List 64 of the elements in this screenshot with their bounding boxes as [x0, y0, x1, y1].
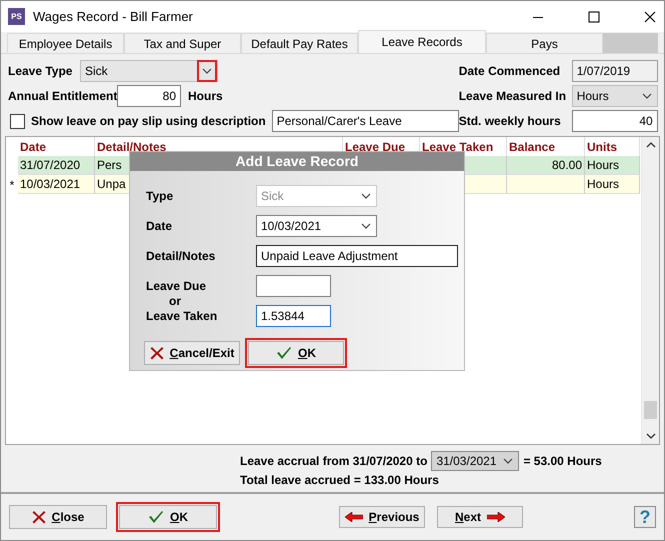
table-cell: 31/07/2020	[18, 156, 95, 175]
total-accrued-text: Total leave accrued = 133.00 Hours	[240, 473, 440, 487]
date-commenced-label: Date Commenced	[458, 64, 562, 78]
cancel-button[interactable]: Cancel/Exit	[144, 341, 240, 365]
or-label: or	[168, 294, 182, 308]
maximize-icon[interactable]	[588, 10, 600, 22]
detail-notes-field[interactable]: Unpaid Leave Adjustment	[256, 245, 458, 267]
table-cell: 80.00	[507, 156, 585, 175]
row-marker: *	[10, 178, 14, 192]
scroll-up-icon[interactable]	[646, 142, 656, 148]
date-commenced-field[interactable]: 1/07/2019	[572, 60, 658, 82]
description-field[interactable]: Personal/Carer's Leave	[272, 110, 459, 132]
previous-button[interactable]: Previous	[339, 506, 425, 528]
leave-type-label: Leave Type	[8, 64, 74, 78]
right-arrow-icon	[487, 512, 505, 522]
ok-button[interactable]: OK	[119, 505, 217, 529]
chevron-down-icon[interactable]	[503, 458, 514, 464]
leave-due-field[interactable]	[256, 275, 331, 297]
chevron-down-icon[interactable]	[361, 223, 371, 229]
annual-entitlement-field[interactable]: 80	[117, 85, 181, 107]
close-button[interactable]: Close	[9, 505, 107, 529]
date-dropdown[interactable]: 10/03/2021	[256, 215, 377, 237]
scroll-down-icon[interactable]	[646, 433, 656, 439]
app-logo: PS	[8, 8, 25, 25]
left-arrow-icon	[344, 512, 363, 522]
leave-measured-in-dropdown[interactable]: Hours	[572, 85, 658, 107]
table-cell: 10/03/2021	[18, 175, 95, 194]
tab[interactable]: Leave Records	[358, 30, 486, 53]
scroll-thumb[interactable]	[644, 401, 657, 419]
tab[interactable]: Default Pay Rates	[241, 33, 358, 53]
cross-icon	[32, 510, 46, 524]
checkmark-icon	[148, 510, 164, 524]
help-button[interactable]: ?	[634, 506, 656, 528]
tab[interactable]: Tax and Super	[124, 33, 241, 53]
accrual-date-dropdown[interactable]: 31/03/2021	[431, 451, 520, 471]
detail-notes-label: Detail/Notes	[146, 249, 216, 263]
annual-entitlement-label: Annual Entitlement	[8, 89, 117, 103]
next-button[interactable]: Next	[437, 506, 523, 528]
accrual-result: = 53.00 Hours	[523, 454, 602, 468]
show-on-payslip-label: Show leave on pay slip using description	[31, 114, 266, 128]
checkmark-icon	[276, 346, 292, 360]
leave-due-label: Leave Due	[146, 279, 208, 293]
tab[interactable]: Pays	[486, 33, 603, 53]
chevron-down-icon[interactable]	[202, 68, 212, 74]
hours-label: Hours	[188, 89, 223, 103]
std-weekly-hours-field[interactable]: 40	[572, 110, 658, 132]
ok-button[interactable]: OK	[248, 341, 344, 365]
leave-measured-in-label: Leave Measured In	[458, 89, 568, 103]
leave-taken-label: Leave Taken	[146, 309, 218, 323]
date-label: Date	[146, 219, 174, 233]
vertical-scrollbar[interactable]	[641, 137, 659, 444]
tab[interactable]: Employee Details	[7, 33, 124, 53]
chevron-down-icon[interactable]	[642, 93, 652, 99]
table-cell: Hours	[585, 175, 640, 194]
close-icon[interactable]	[644, 10, 656, 22]
accrual-label: Leave accrual from 31/07/2020 to	[240, 454, 428, 468]
leave-type-dropdown[interactable]: Sick	[80, 60, 218, 82]
window-title: Wages Record - Bill Farmer	[33, 9, 193, 24]
leave-taken-field[interactable]: 1.53844	[256, 305, 331, 327]
checkbox[interactable]	[10, 114, 25, 128]
std-weekly-hours-label: Std. weekly hours	[458, 114, 562, 128]
table-cell: Hours	[585, 156, 640, 175]
cross-icon	[150, 346, 164, 360]
dialog-title: Add Leave Record	[130, 152, 464, 171]
